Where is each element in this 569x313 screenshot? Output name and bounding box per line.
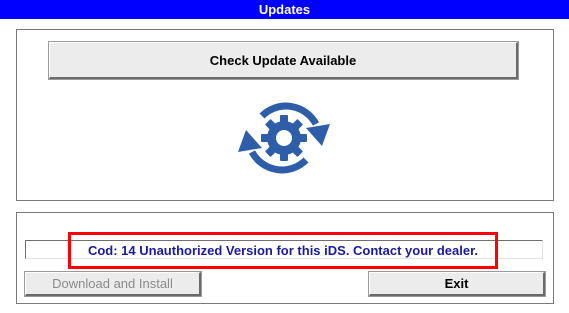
- check-update-button[interactable]: Check Update Available: [48, 41, 519, 80]
- status-highlight-box: Cod: 14 Unauthorized Version for this iD…: [68, 232, 498, 269]
- window-title: Updates: [0, 0, 569, 19]
- refresh-gear-icon: [238, 102, 330, 174]
- exit-button[interactable]: Exit: [368, 271, 546, 297]
- updates-window: Updates Check Update Available Cod: 14 U…: [0, 0, 569, 313]
- download-install-button[interactable]: Download and Install: [24, 271, 202, 297]
- status-message: Cod: 14 Unauthorized Version for this iD…: [87, 243, 479, 258]
